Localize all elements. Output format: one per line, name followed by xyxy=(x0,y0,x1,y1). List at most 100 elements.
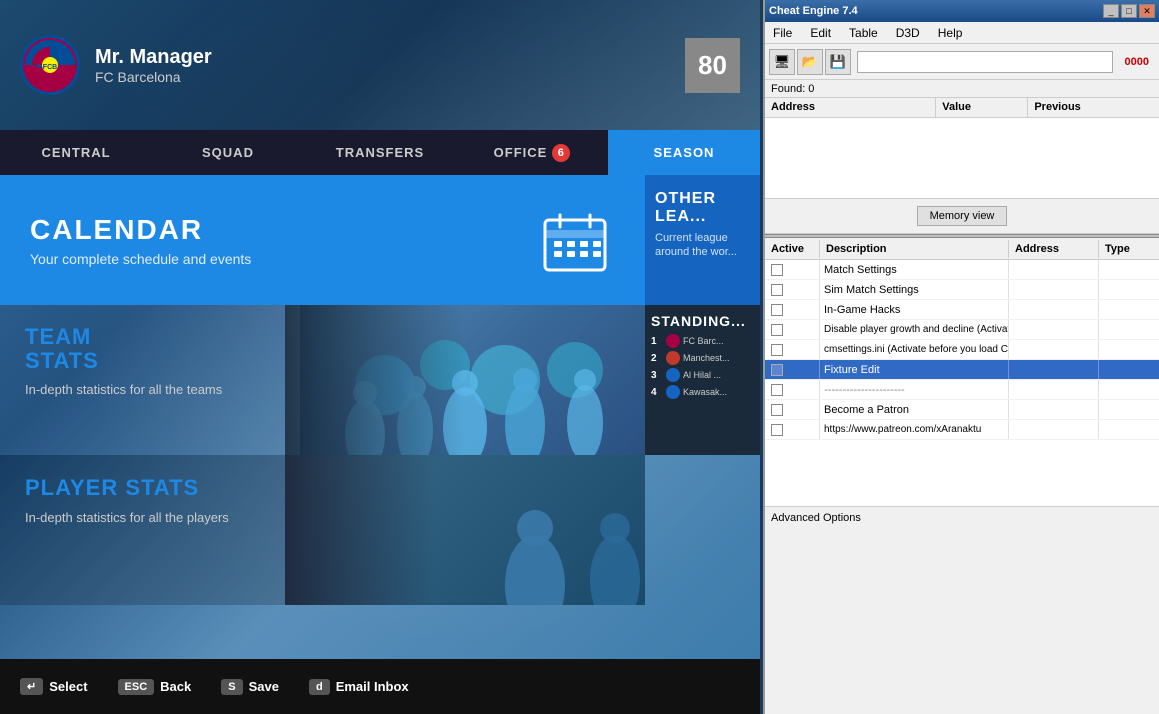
team-stats-section[interactable]: TEAMSTATS In-depth statistics for all th… xyxy=(0,305,645,455)
key-esc: ESC xyxy=(118,679,155,695)
menu-edit[interactable]: Edit xyxy=(806,24,835,42)
save-label: Save xyxy=(249,679,279,694)
ce-row-match-settings[interactable]: Match Settings xyxy=(765,260,1159,280)
ce-cell-addr-8 xyxy=(1009,420,1099,439)
back-label: Back xyxy=(160,679,191,694)
ce-checkbox-6[interactable] xyxy=(771,364,783,376)
player-stats-title: PLAYER STATS xyxy=(25,475,275,501)
ce-bth-type: Type xyxy=(1099,240,1159,258)
ce-tool-screen[interactable]: 🖥 xyxy=(769,49,795,75)
ce-cell-desc-6: Fixture Edit xyxy=(820,360,1009,379)
standing-badge-3 xyxy=(666,368,680,382)
standing-badge-2 xyxy=(666,351,680,365)
ce-search-input[interactable] xyxy=(862,56,1108,68)
tab-office[interactable]: OFFICE 6 xyxy=(456,130,608,175)
ce-checkbox-2[interactable] xyxy=(771,284,783,296)
ce-checkbox-8[interactable] xyxy=(771,424,783,436)
standing-row-3: 3 Al Hilal ... xyxy=(651,368,754,382)
ce-bottom-header: Active Description Address Type xyxy=(765,238,1159,260)
ce-checkbox-3[interactable] xyxy=(771,304,783,316)
tab-season[interactable]: SEASON xyxy=(608,130,760,175)
ce-cell-check-7[interactable] xyxy=(765,400,820,419)
ce-row-fixture-edit[interactable]: Fixture Edit xyxy=(765,360,1159,380)
ce-cell-type-6 xyxy=(1099,360,1159,379)
ce-cell-addr-3 xyxy=(1009,300,1099,319)
ce-cell-type-3 xyxy=(1099,300,1159,319)
ce-cell-check-4[interactable] xyxy=(765,320,820,339)
menu-file[interactable]: File xyxy=(769,24,796,42)
ce-cell-type-7 xyxy=(1099,400,1159,419)
ce-cell-check-1[interactable] xyxy=(765,260,820,279)
ce-cell-check-6[interactable] xyxy=(765,360,820,379)
ce-close-button[interactable]: ✕ xyxy=(1139,4,1155,18)
manager-info: Mr. Manager FC Barcelona xyxy=(95,46,685,85)
ce-row-sim-match[interactable]: Sim Match Settings xyxy=(765,280,1159,300)
ce-cell-check-2[interactable] xyxy=(765,280,820,299)
key-d: d xyxy=(309,679,330,695)
ce-cell-desc-8: https://www.patreon.com/xAranaktu xyxy=(820,420,1009,439)
ce-checkbox-1[interactable] xyxy=(771,264,783,276)
ce-bth-active: Active xyxy=(765,240,820,258)
tab-transfers[interactable]: TRANSFERS xyxy=(304,130,456,175)
calendar-icon xyxy=(535,200,615,280)
ce-cell-type-4 xyxy=(1099,320,1159,339)
action-select[interactable]: ↵ Select xyxy=(20,678,88,695)
action-email[interactable]: d Email Inbox xyxy=(309,679,409,695)
ce-row-patron[interactable]: Become a Patron xyxy=(765,400,1159,420)
calendar-subtitle: Your complete schedule and events xyxy=(30,251,535,267)
ce-advanced-options[interactable]: Advanced Options xyxy=(771,512,861,524)
ce-tool-save[interactable]: 💾 xyxy=(825,49,851,75)
ce-toolbar: 🖥 📂 💾 0000 xyxy=(765,44,1159,80)
ce-row-patreon-url[interactable]: https://www.patreon.com/xAranaktu xyxy=(765,420,1159,440)
ce-row-disable-growth[interactable]: Disable player growth and decline (Activ… xyxy=(765,320,1159,340)
ce-cell-desc-7: Become a Patron xyxy=(820,400,1009,419)
ce-search-bar xyxy=(857,51,1113,73)
ce-cell-check-8[interactable] xyxy=(765,420,820,439)
memory-view-button[interactable]: Memory view xyxy=(917,206,1008,226)
cheat-engine-window: Cheat Engine 7.4 _ □ ✕ File Edit Table D… xyxy=(763,0,1159,714)
email-label: Email Inbox xyxy=(336,679,409,694)
ce-cell-sep-addr xyxy=(1009,380,1099,399)
tab-central[interactable]: CENTRAL xyxy=(0,130,152,175)
ce-cell-check-5[interactable] xyxy=(765,340,820,359)
action-save[interactable]: S Save xyxy=(221,679,279,695)
ce-th-previous: Previous xyxy=(1028,98,1159,117)
bottom-bar: ↵ Select ESC Back S Save d Email Inbox xyxy=(0,659,760,714)
calendar-section[interactable]: CALENDAR Your complete schedule and even… xyxy=(0,175,645,305)
ce-cell-type-2 xyxy=(1099,280,1159,299)
ce-cell-addr-6 xyxy=(1009,360,1099,379)
club-badge: FCB xyxy=(20,35,80,95)
ce-tool-open[interactable]: 📂 xyxy=(797,49,823,75)
player-stats-subtitle: In-depth statistics for all the players xyxy=(25,509,275,527)
calendar-title: CALENDAR xyxy=(30,214,535,246)
badge-inner: FCB xyxy=(25,40,75,90)
ce-checkbox-4[interactable] xyxy=(771,324,783,336)
ce-cell-desc-5: cmsettings.ini (Activate before you load… xyxy=(820,340,1009,359)
ce-row-ingame-hacks[interactable]: In-Game Hacks xyxy=(765,300,1159,320)
menu-help[interactable]: Help xyxy=(934,24,967,42)
ce-cell-sep-desc: ---------------------- xyxy=(820,380,1009,399)
ce-cell-sep-check xyxy=(765,380,820,399)
other-leagues-title: OTHER LEA... xyxy=(655,190,750,226)
team-stats-subtitle: In-depth statistics for all the teams xyxy=(25,381,275,399)
ce-cell-type-8 xyxy=(1099,420,1159,439)
tab-squad[interactable]: SQUAD xyxy=(152,130,304,175)
ce-checkbox-5[interactable] xyxy=(771,344,783,356)
player-stats-section[interactable]: PLAYER STATS In-depth statistics for all… xyxy=(0,455,645,605)
ce-checkbox-7[interactable] xyxy=(771,404,783,416)
ce-row-separator: ---------------------- xyxy=(765,380,1159,400)
menu-d3d[interactable]: D3D xyxy=(892,24,924,42)
action-back[interactable]: ESC Back xyxy=(118,679,192,695)
ce-titlebar: Cheat Engine 7.4 _ □ ✕ xyxy=(765,0,1159,22)
standings-section[interactable]: STANDING... 1 FC Barc... 2 Manchest... 3… xyxy=(645,305,760,455)
ce-bth-desc: Description xyxy=(820,240,1009,258)
standings-title: STANDING... xyxy=(651,313,754,329)
ce-cell-check-3[interactable] xyxy=(765,300,820,319)
ce-minimize-button[interactable]: _ xyxy=(1103,4,1119,18)
menu-table[interactable]: Table xyxy=(845,24,882,42)
key-enter: ↵ xyxy=(20,678,43,695)
ce-maximize-button[interactable]: □ xyxy=(1121,4,1137,18)
ce-row-cmsettings[interactable]: cmsettings.ini (Activate before you load… xyxy=(765,340,1159,360)
select-label: Select xyxy=(49,679,87,694)
other-leagues-section[interactable]: OTHER LEA... Current league around the w… xyxy=(645,175,760,305)
